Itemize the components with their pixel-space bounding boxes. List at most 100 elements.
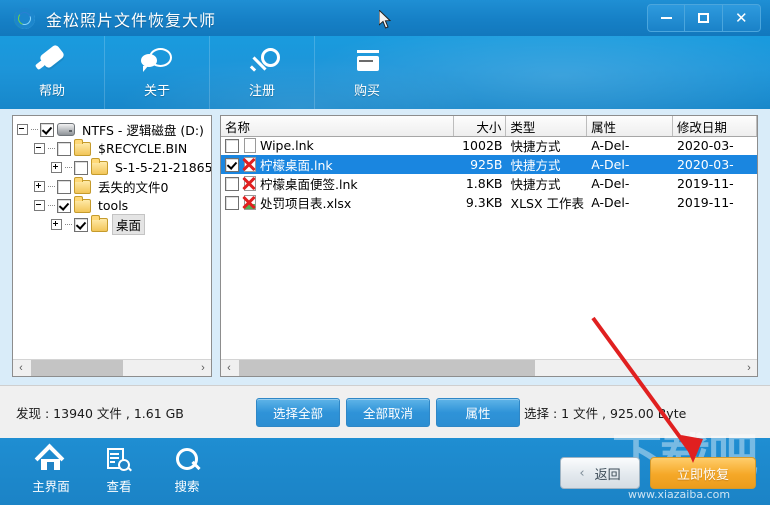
list-scroll-left-arrow[interactable]: ‹ bbox=[221, 360, 237, 376]
file-list-panel: 名称 大小 类型 属性 修改日期 Wipe.lnk 1002B 快捷方式 A-Del- 2020… bbox=[220, 115, 758, 377]
tree-scroll-track[interactable] bbox=[29, 360, 195, 376]
file-cell-size: 9.3KB bbox=[465, 195, 503, 210]
collapse-icon[interactable] bbox=[17, 124, 28, 135]
tree-connector bbox=[31, 128, 38, 131]
list-scroll-right-arrow[interactable]: › bbox=[741, 360, 757, 376]
toolbar-label-register: 注册 bbox=[248, 83, 275, 99]
chevron-left-icon: ‹ bbox=[579, 465, 585, 481]
toolbar-label-about: 关于 bbox=[143, 83, 170, 99]
excel-deleted-icon bbox=[242, 195, 257, 210]
tree-scroll-thumb[interactable] bbox=[31, 360, 123, 376]
file-name-label: 柠檬桌面便签.lnk bbox=[260, 177, 358, 192]
back-button[interactable]: ‹ 返回 bbox=[560, 457, 640, 489]
app-logo-icon bbox=[14, 8, 35, 29]
toolbar-label-help: 帮助 bbox=[38, 83, 65, 99]
file-cell-name: 柠檬桌面.lnk bbox=[221, 155, 454, 174]
selection-summary-text: 选择 : 1 文件 , 925.00 Byte bbox=[524, 406, 687, 421]
speech-bubble-icon bbox=[137, 47, 177, 77]
tree-scroll-right-arrow[interactable]: › bbox=[195, 360, 211, 376]
toolbar-item-register[interactable]: 注册 bbox=[210, 36, 315, 109]
column-header[interactable]: 名称 bbox=[221, 116, 454, 136]
tree-node[interactable]: NTFS - 逻辑磁盘 (D:) bbox=[17, 120, 211, 139]
work-area: NTFS - 逻辑磁盘 (D:) $RECYCLE.BIN S-1-5-21-218… bbox=[0, 109, 770, 385]
close-button[interactable]: ✕ bbox=[723, 5, 760, 31]
file-row-checkbox[interactable] bbox=[225, 176, 239, 191]
toolbar-item-buy[interactable]: 购买 bbox=[315, 36, 419, 109]
tree-node-label[interactable]: $RECYCLE.BIN bbox=[95, 141, 190, 156]
folder-icon bbox=[91, 214, 108, 232]
file-row-checkbox[interactable] bbox=[225, 138, 239, 153]
file-row[interactable]: 柠檬桌面便签.lnk 1.8KB 快捷方式 A-Del- 2019-11- bbox=[221, 174, 757, 193]
file-cell-type: XLSX 工作表 bbox=[510, 196, 585, 211]
tree-connector bbox=[65, 223, 72, 226]
toolbar-item-help[interactable]: 帮助 bbox=[0, 36, 105, 109]
recover-now-label: 立即恢复 bbox=[676, 467, 729, 483]
tree-node-checkbox[interactable] bbox=[57, 179, 71, 194]
column-header[interactable]: 属性 bbox=[587, 116, 673, 136]
tree-node-label[interactable]: NTFS - 逻辑磁盘 (D:) bbox=[79, 120, 207, 139]
tree-node-label[interactable]: 桌面 bbox=[112, 214, 146, 235]
tree-scroll-left-arrow[interactable]: ‹ bbox=[13, 360, 29, 376]
tree-node[interactable]: 桌面 bbox=[17, 214, 211, 235]
properties-button[interactable]: 属性 bbox=[436, 398, 520, 427]
tree-node-checkbox[interactable] bbox=[57, 141, 71, 156]
file-cell-attrs: A-Del- bbox=[591, 176, 630, 191]
expand-icon[interactable] bbox=[51, 219, 62, 230]
minimize-icon bbox=[660, 17, 672, 19]
home-icon bbox=[34, 443, 66, 474]
disk-icon bbox=[57, 123, 75, 136]
document-search-icon bbox=[104, 446, 134, 473]
file-name-label: Wipe.lnk bbox=[260, 138, 314, 153]
column-header[interactable]: 类型 bbox=[506, 116, 588, 136]
directory-tree[interactable]: NTFS - 逻辑磁盘 (D:) $RECYCLE.BIN S-1-5-21-218… bbox=[13, 116, 211, 360]
expand-icon[interactable] bbox=[34, 181, 45, 192]
list-scroll-thumb[interactable] bbox=[239, 360, 535, 376]
nav-label-home: 主界面 bbox=[32, 479, 70, 494]
tree-node-checkbox[interactable] bbox=[74, 217, 88, 232]
file-row-checkbox[interactable] bbox=[225, 195, 239, 210]
file-list-rows[interactable]: Wipe.lnk 1002B 快捷方式 A-Del- 2020-03- 柠檬桌面.lnk 9… bbox=[221, 136, 757, 360]
found-summary-text: 发现 : 13940 文件 , 1.61 GB bbox=[16, 406, 184, 421]
file-cell-attrs: A-Del- bbox=[591, 138, 630, 153]
tree-node-checkbox[interactable] bbox=[57, 198, 71, 213]
tree-node-checkbox[interactable] bbox=[40, 122, 54, 137]
folder-icon bbox=[74, 138, 91, 156]
tree-node[interactable]: 丢失的文件0 bbox=[17, 176, 211, 196]
nav-item-view[interactable]: 查看 bbox=[86, 446, 152, 498]
credit-card-icon bbox=[347, 47, 387, 77]
file-row-checkbox[interactable] bbox=[225, 157, 239, 172]
minimize-button[interactable] bbox=[648, 5, 686, 31]
maximize-button[interactable] bbox=[685, 5, 723, 31]
file-deleted-icon bbox=[242, 176, 257, 191]
tree-node[interactable]: S-1-5-21-2186544 bbox=[17, 157, 211, 177]
deselect-all-button[interactable]: 全部取消 bbox=[346, 398, 430, 427]
nav-item-search[interactable]: 搜索 bbox=[154, 446, 220, 498]
tree-node-checkbox[interactable] bbox=[74, 160, 88, 175]
tree-node-label[interactable]: 丢失的文件0 bbox=[95, 177, 171, 196]
file-cell-type: 快捷方式 bbox=[510, 158, 561, 173]
tree-node-label[interactable]: S-1-5-21-2186544 bbox=[112, 160, 211, 175]
list-horizontal-scrollbar[interactable]: ‹ › bbox=[221, 359, 757, 376]
toolbar-item-about[interactable]: 关于 bbox=[105, 36, 210, 109]
collapse-icon[interactable] bbox=[34, 200, 45, 211]
tree-node-label[interactable]: tools bbox=[95, 198, 131, 213]
close-icon: ✕ bbox=[734, 9, 748, 27]
file-row[interactable]: Wipe.lnk 1002B 快捷方式 A-Del- 2020-03- bbox=[221, 136, 757, 155]
recover-now-button[interactable]: 立即恢复 bbox=[650, 457, 756, 489]
select-all-button[interactable]: 选择全部 bbox=[256, 398, 340, 427]
expand-icon[interactable] bbox=[51, 162, 62, 173]
file-row[interactable]: 柠檬桌面.lnk 925B 快捷方式 A-Del- 2020-03- bbox=[221, 155, 757, 174]
file-cell-attrs: A-Del- bbox=[591, 157, 630, 172]
collapse-icon[interactable] bbox=[34, 143, 45, 154]
tree-node[interactable]: $RECYCLE.BIN bbox=[17, 138, 211, 158]
tree-node[interactable]: tools bbox=[17, 195, 211, 215]
file-row[interactable]: 处罚项目表.xlsx 9.3KB XLSX 工作表 A-Del- 2019-11- bbox=[221, 193, 757, 212]
tree-horizontal-scrollbar[interactable]: ‹ › bbox=[13, 359, 211, 376]
file-cell-date: 2019-11- bbox=[676, 176, 734, 191]
list-scroll-track[interactable] bbox=[237, 360, 741, 376]
file-list-header[interactable]: 名称 大小 类型 属性 修改日期 bbox=[221, 116, 757, 137]
nav-item-home[interactable]: 主界面 bbox=[18, 443, 84, 498]
column-header[interactable]: 修改日期 bbox=[673, 116, 757, 136]
file-icon bbox=[242, 138, 257, 153]
column-header[interactable]: 大小 bbox=[454, 116, 507, 136]
